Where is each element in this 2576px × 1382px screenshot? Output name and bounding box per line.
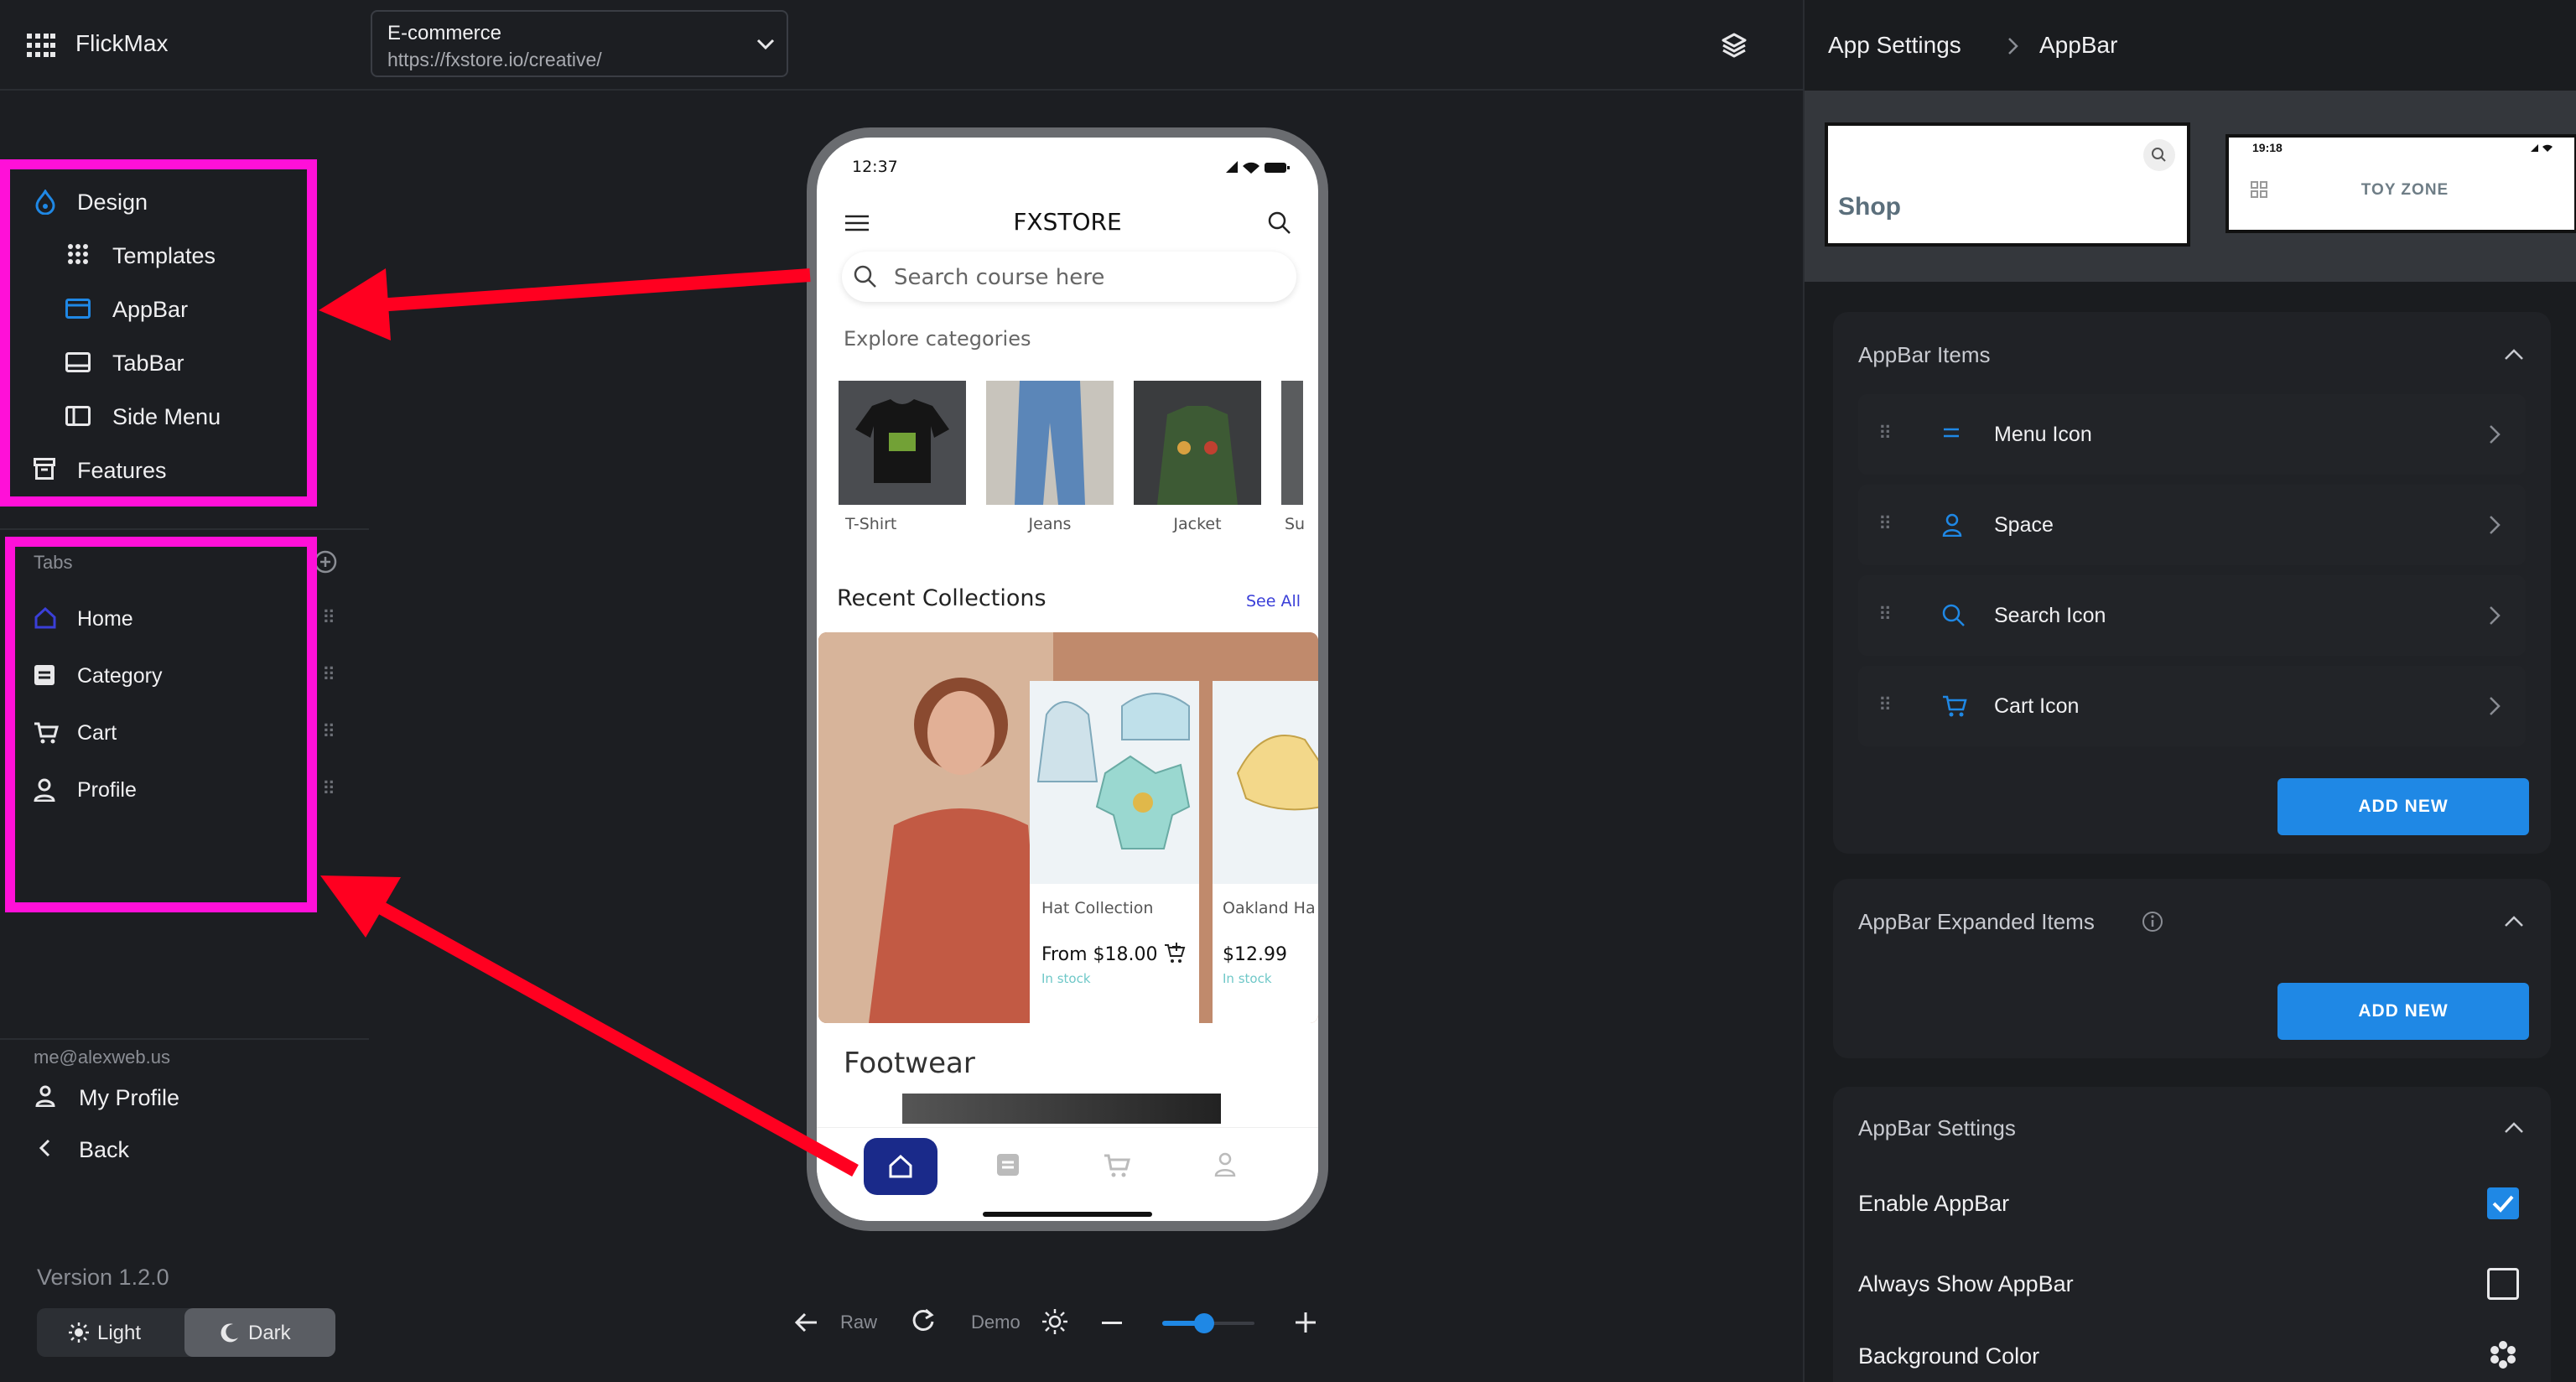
arrow-to-tabs — [320, 875, 859, 1177]
annotation-arrows — [319, 268, 859, 1177]
arrow-to-design-menu — [319, 268, 811, 340]
